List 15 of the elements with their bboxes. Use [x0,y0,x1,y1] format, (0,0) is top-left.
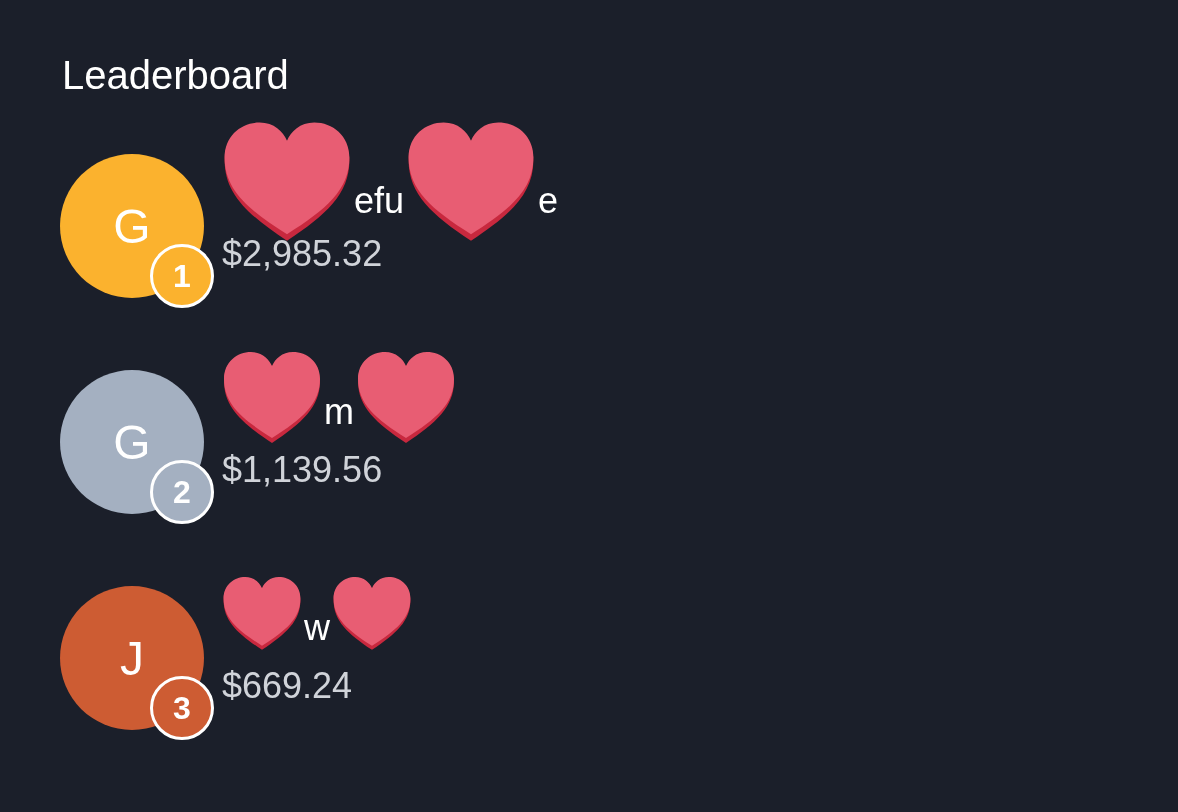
rank-badge: 2 [150,460,214,524]
amount: $1,139.56 [222,448,384,492]
player-name: w [303,607,331,649]
player-name: e [537,180,560,222]
heart-icon [332,576,412,650]
amount: $669.24 [222,664,354,708]
amount: $2,985.32 [222,232,384,276]
heart-icon [356,351,456,443]
player-name: m [323,391,355,433]
heart-icon [222,351,322,443]
player-name: efu [353,180,406,222]
heart-icon [222,576,302,650]
rank-badge: 3 [150,676,214,740]
page-title: Leaderboard [62,52,290,99]
rank-badge: 1 [150,244,214,308]
